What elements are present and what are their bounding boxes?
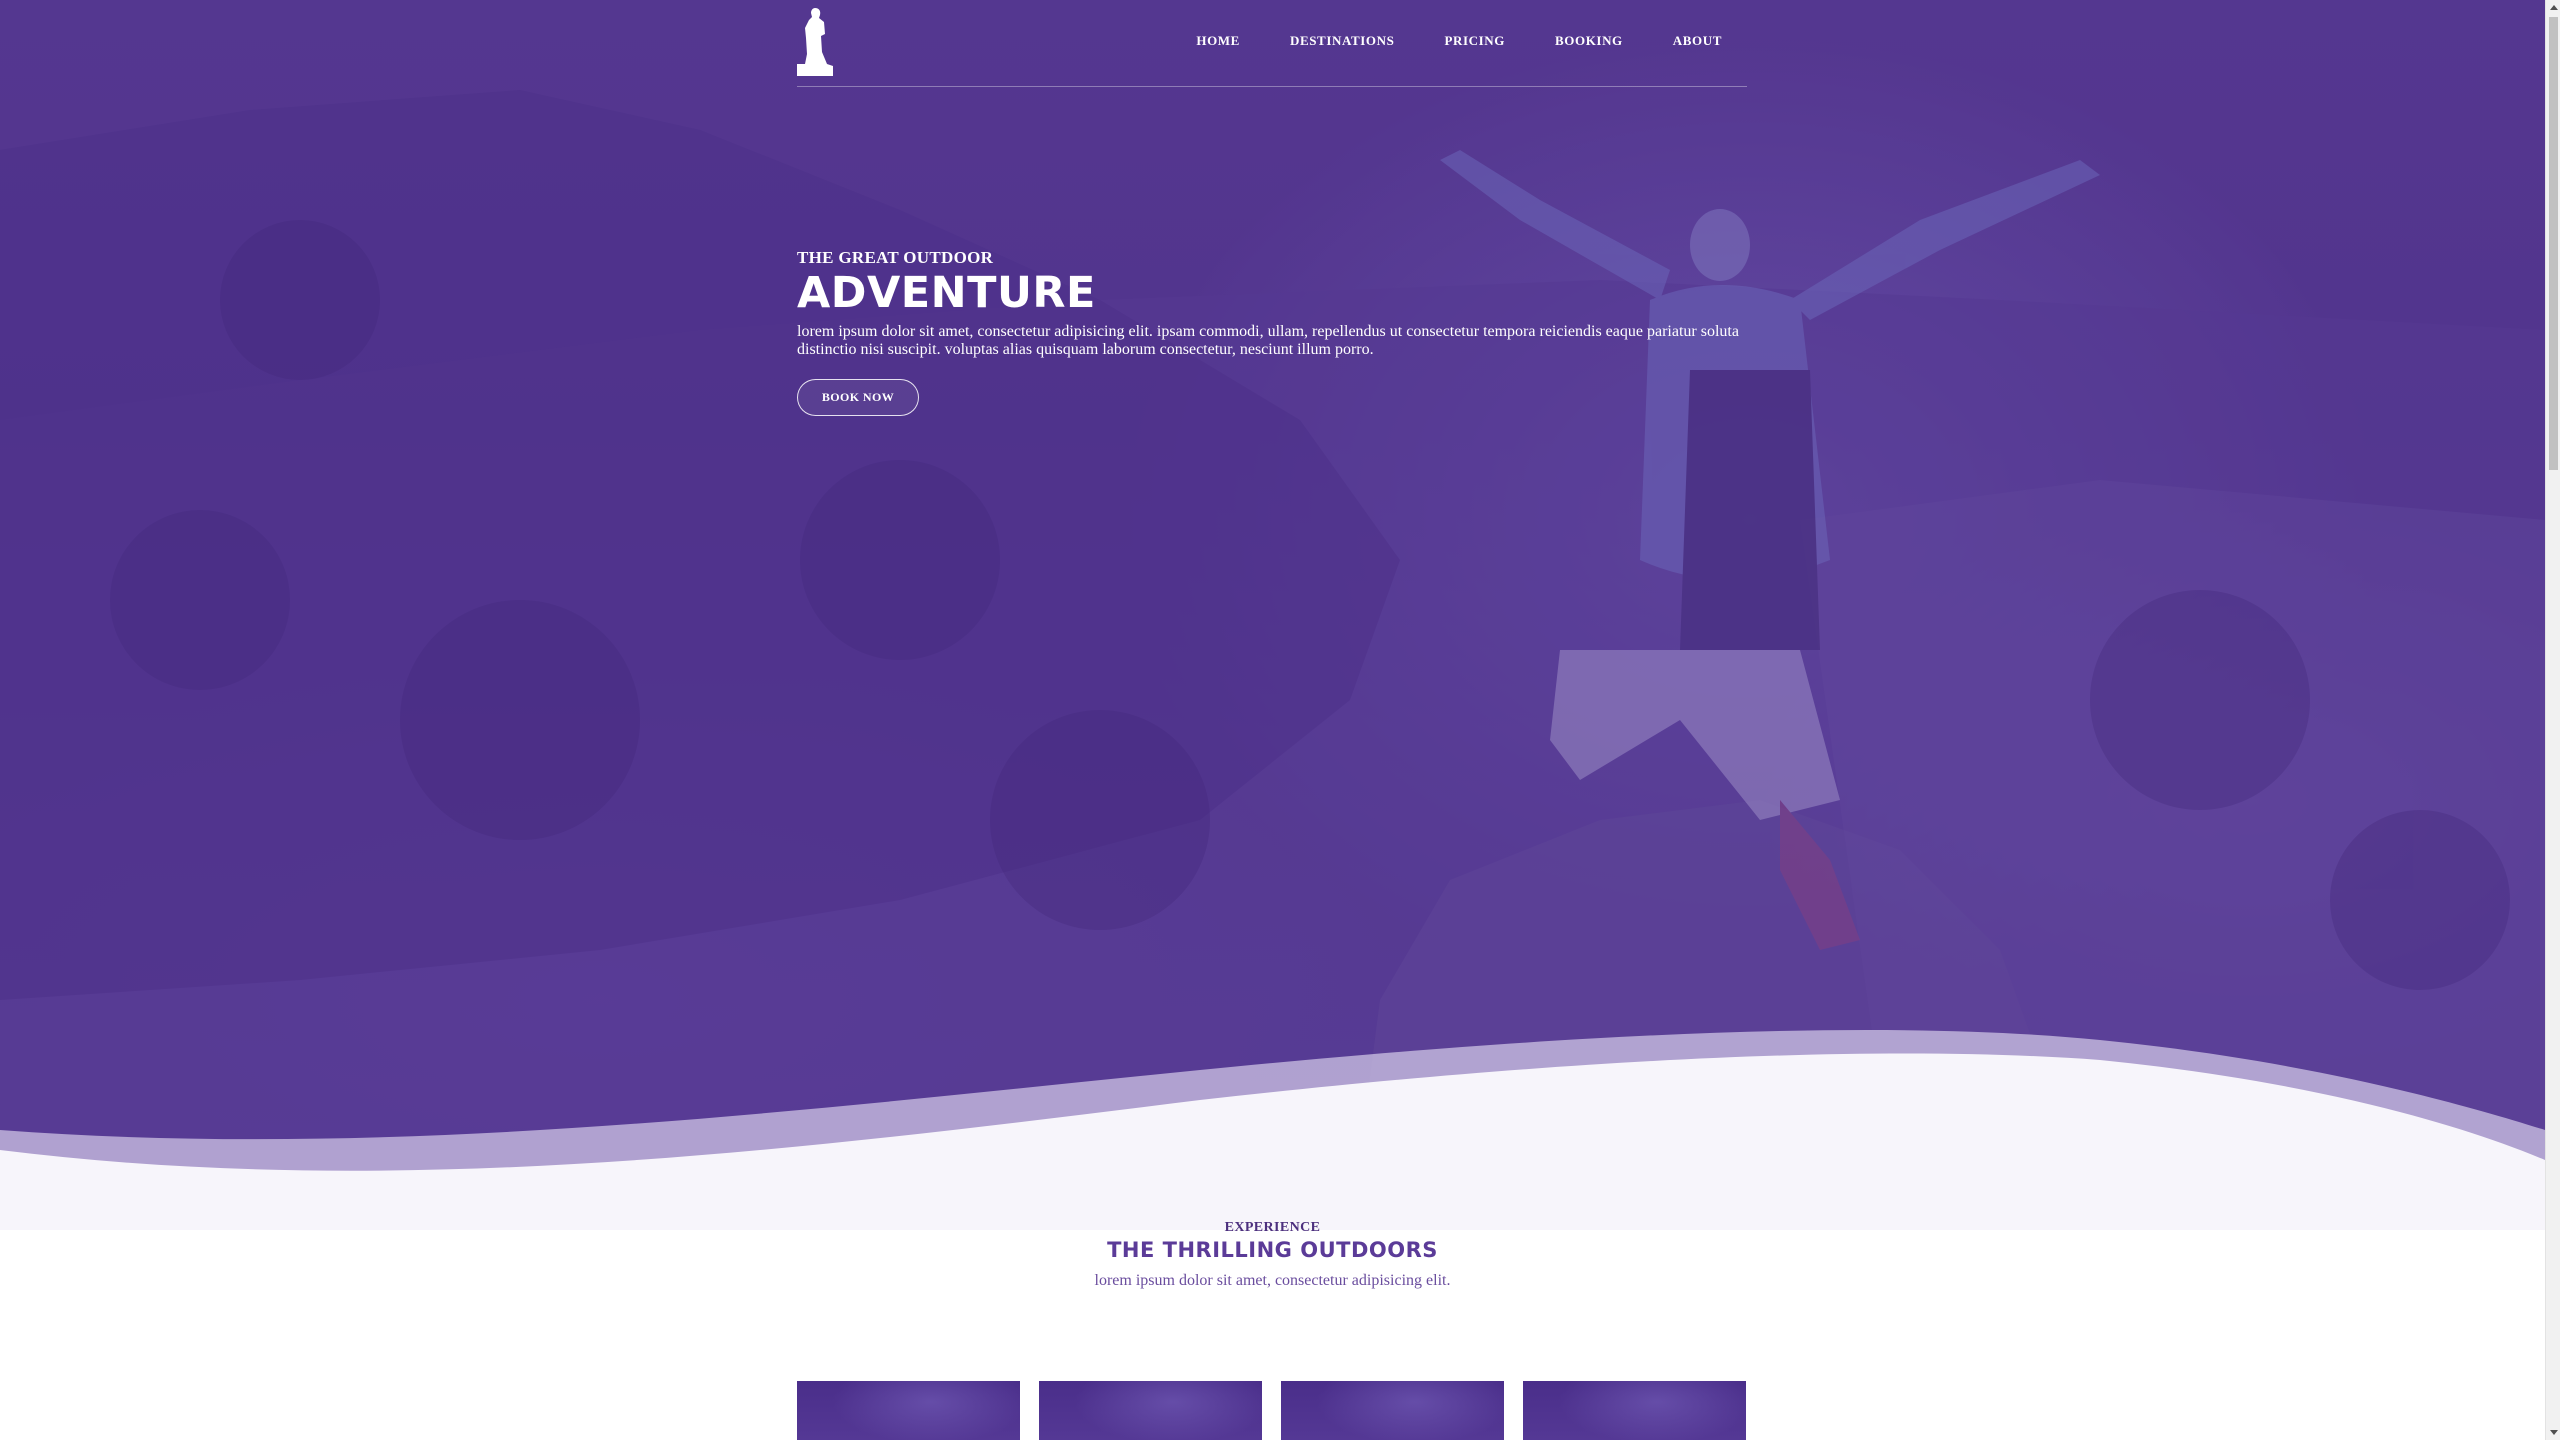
hero-content: THE GREAT OUTDOOR ADVENTURE lorem ipsum … xyxy=(797,248,1757,416)
nav-pricing[interactable]: PRICING xyxy=(1419,33,1530,49)
nav-home[interactable]: HOME xyxy=(1171,33,1265,49)
hero-eyebrow: THE GREAT OUTDOOR xyxy=(797,248,994,267)
section-eyebrow: EXPERIENCE xyxy=(1224,1220,1321,1235)
hero-section: HOME DESTINATIONS PRICING BOOKING ABOUT … xyxy=(0,0,2545,1230)
hero-lead: lorem ipsum dolor sit amet, consectetur … xyxy=(797,323,1739,358)
main-nav: HOME DESTINATIONS PRICING BOOKING ABOUT xyxy=(1171,33,1747,49)
section-lead: lorem ipsum dolor sit amet, consectetur … xyxy=(1094,1272,1451,1289)
navbar: HOME DESTINATIONS PRICING BOOKING ABOUT xyxy=(797,0,1747,87)
destination-cards xyxy=(797,1381,1749,1440)
nav-destinations[interactable]: DESTINATIONS xyxy=(1265,33,1420,49)
nav-about[interactable]: ABOUT xyxy=(1648,33,1747,49)
destination-card[interactable] xyxy=(1039,1381,1262,1440)
hero-wave-divider xyxy=(0,1030,2545,1230)
scroll-down-arrow-icon[interactable] xyxy=(2546,1425,2560,1440)
nav-booking[interactable]: BOOKING xyxy=(1530,33,1648,49)
vertical-scrollbar[interactable] xyxy=(2545,0,2560,1440)
experience-section-header: EXPERIENCE THE THRILLING OUTDOORS lorem … xyxy=(0,1220,2545,1290)
section-title: THE THRILLING OUTDOORS xyxy=(1107,1238,1438,1262)
hero-title: ADVENTURE xyxy=(797,268,1096,318)
scroll-up-arrow-icon[interactable] xyxy=(2546,0,2560,15)
scrollbar-thumb[interactable] xyxy=(2549,17,2558,470)
page: HOME DESTINATIONS PRICING BOOKING ABOUT … xyxy=(0,0,2560,1440)
hiker-silhouette-icon[interactable] xyxy=(797,8,835,76)
book-now-button[interactable]: BOOK NOW xyxy=(797,379,919,416)
destination-card[interactable] xyxy=(1523,1381,1746,1440)
destination-card[interactable] xyxy=(1281,1381,1504,1440)
destination-card[interactable] xyxy=(797,1381,1020,1440)
